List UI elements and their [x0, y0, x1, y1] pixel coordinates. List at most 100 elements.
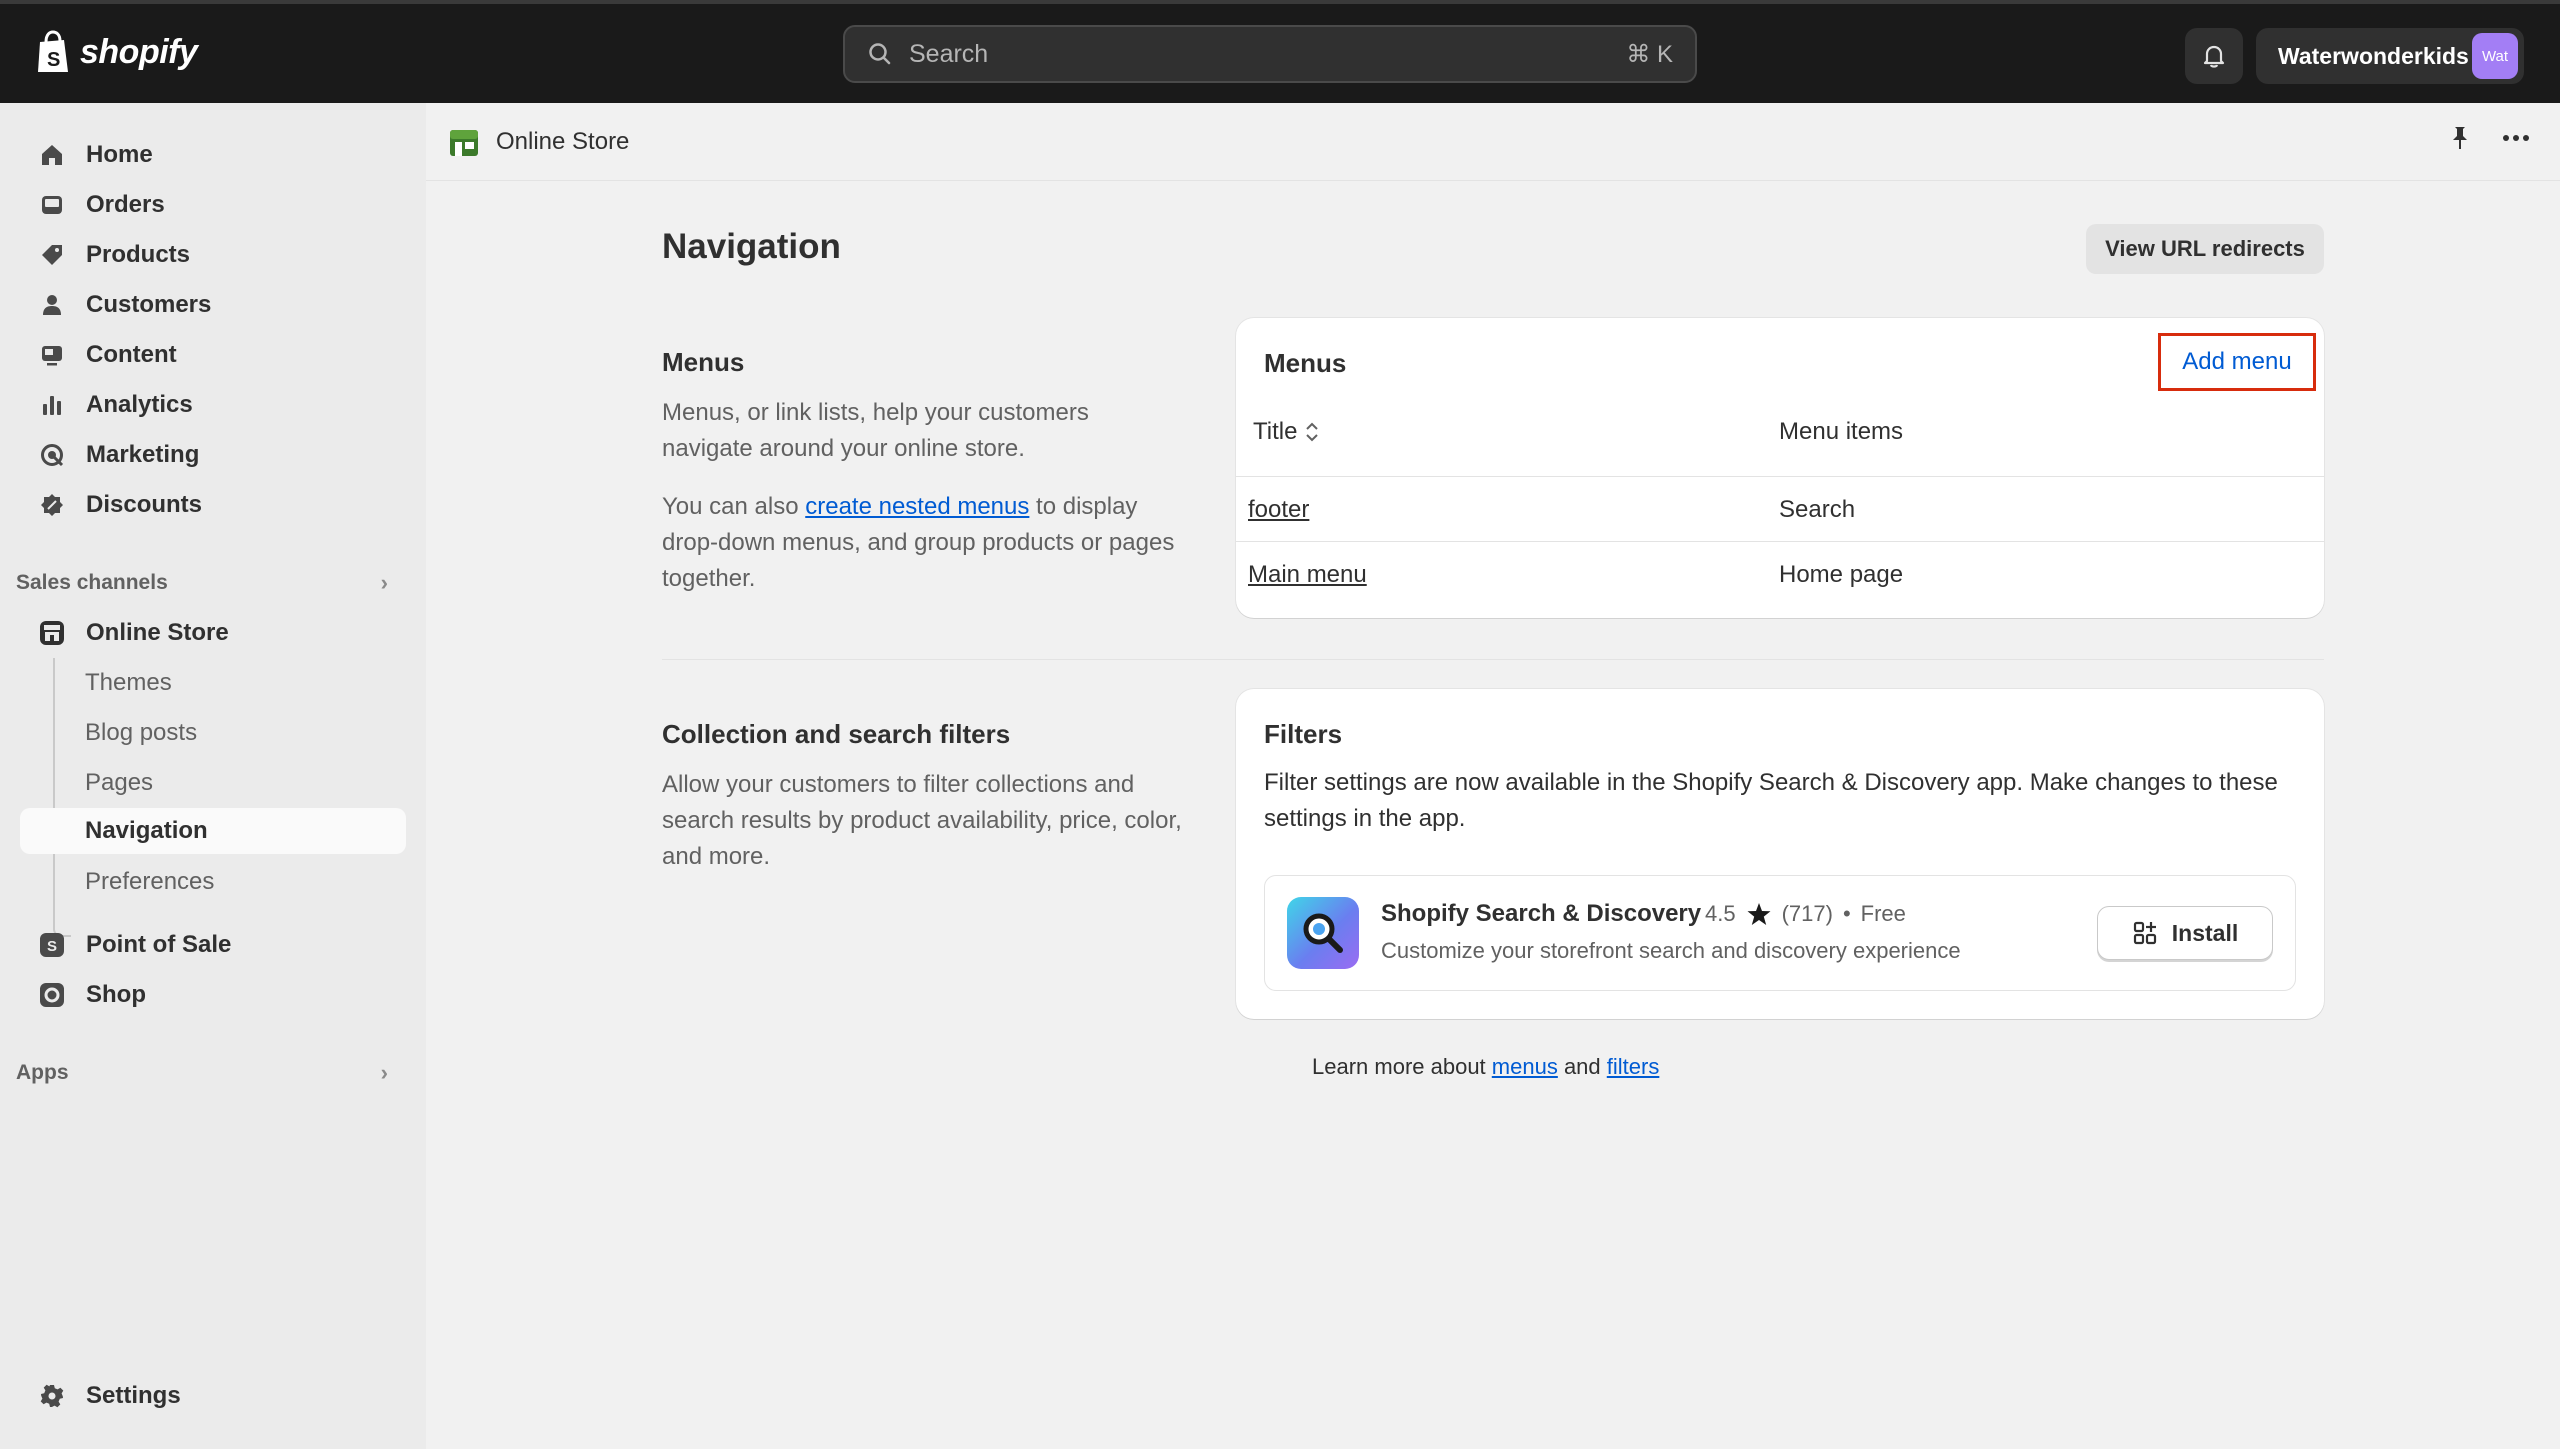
filters-card: Filters Filter settings are now availabl…	[1236, 689, 2324, 1019]
app-meta: 4.5 (717) • Free	[1705, 901, 1906, 927]
install-button[interactable]: Install	[2097, 906, 2273, 960]
point-of-sale-icon: S	[38, 931, 66, 959]
row-divider	[1236, 476, 2324, 477]
content-icon	[38, 341, 66, 369]
sidebar-item-online-store[interactable]: Online Store	[20, 610, 406, 656]
search-bar[interactable]: Search ⌘ K	[843, 25, 1697, 83]
app-listing: Shopify Search & Discovery 4.5 (717) • F…	[1264, 875, 2296, 991]
menus-card-title: Menus	[1264, 348, 1347, 378]
more-options-icon[interactable]	[2502, 134, 2530, 142]
view-url-redirects-button[interactable]: View URL redirects	[2086, 224, 2324, 274]
menu-footer-link[interactable]: footer	[1248, 496, 1309, 524]
app-reviews: (717)	[1781, 901, 1833, 926]
sidebar-item-label: Shop	[86, 981, 146, 1008]
learn-more-note: Learn more about menus and filters	[1312, 1054, 1659, 1080]
sidebar-item-marketing[interactable]: Marketing	[20, 432, 406, 478]
add-menu-button[interactable]: Add menu	[2158, 333, 2316, 391]
sidebar-subitem-pages[interactable]: Pages	[20, 760, 406, 806]
sidebar-subitem-themes[interactable]: Themes	[20, 660, 406, 706]
chevron-right-icon: ›	[380, 570, 388, 595]
filters-section-title: Collection and search filters	[662, 719, 1011, 749]
sidebar-item-label: Discounts	[86, 491, 203, 518]
create-nested-menus-link[interactable]: create nested menus	[805, 493, 1029, 520]
star-icon	[1747, 903, 1771, 925]
target-icon	[38, 441, 66, 469]
app-name[interactable]: Shopify Search & Discovery	[1381, 900, 1701, 928]
menus-help-link[interactable]: menus	[1492, 1054, 1558, 1079]
sidebar-item-analytics[interactable]: Analytics	[20, 382, 406, 428]
tag-icon	[38, 241, 66, 269]
sidebar-item-label: Point of Sale	[86, 931, 232, 958]
sidebar-subitem-navigation[interactable]: Navigation	[20, 808, 406, 854]
title-column-label: Title	[1253, 418, 1298, 445]
sidebar-subitem-label: Themes	[85, 669, 172, 696]
breadcrumb[interactable]: Online Store	[496, 128, 629, 156]
filters-card-description: Filter settings are now available in the…	[1264, 769, 2278, 832]
menu-items-column-header: Menu items	[1779, 418, 1903, 446]
sidebar-item-label: Online Store	[86, 619, 229, 646]
chevron-right-icon: ›	[380, 1060, 388, 1085]
search-icon	[869, 43, 891, 65]
section-divider	[662, 659, 2324, 660]
menu-main-items: Home page	[1779, 561, 1904, 588]
sidebar-item-customers[interactable]: Customers	[20, 282, 406, 328]
gear-icon	[38, 1382, 66, 1410]
menu-items-column-label: Menu items	[1779, 418, 1904, 445]
person-icon	[38, 291, 66, 319]
sidebar-subitem-label: Blog posts	[85, 719, 198, 746]
sidebar-subitem-label: Preferences	[85, 868, 215, 895]
logo-text: shopify	[80, 32, 198, 71]
sidebar-item-products[interactable]: Products	[20, 232, 406, 278]
sidebar-item-orders[interactable]: Orders	[20, 182, 406, 228]
app-rating: 4.5	[1705, 901, 1736, 926]
shop-icon	[38, 981, 66, 1009]
sidebar-item-label: Marketing	[86, 441, 200, 468]
app-meta-bullet: •	[1842, 901, 1851, 926]
sidebar: Home Orders Products Customers Content A…	[0, 103, 426, 1449]
store-name: Waterwonderkids	[2278, 42, 2469, 69]
sidebar-item-point-of-sale[interactable]: S Point of Sale	[20, 922, 406, 968]
sidebar-subitem-label: Navigation	[85, 817, 208, 844]
install-label: Install	[2171, 919, 2239, 946]
sidebar-item-label: Products	[86, 241, 191, 268]
sidebar-item-shop[interactable]: Shop	[20, 972, 406, 1018]
sidebar-item-settings[interactable]: Settings	[20, 1373, 406, 1419]
inbox-icon	[38, 191, 66, 219]
pin-icon[interactable]	[2448, 125, 2472, 151]
learn-more-and: and	[1557, 1054, 1607, 1079]
search-shortcut: ⌘ K	[1626, 40, 1673, 68]
sales-channels-label: Sales channels	[16, 571, 168, 594]
storefront-icon	[38, 619, 66, 647]
sidebar-item-content[interactable]: Content	[20, 332, 406, 378]
filters-card-title: Filters	[1264, 719, 1343, 749]
menu-main-link[interactable]: Main menu	[1248, 561, 1367, 589]
shopify-bag-icon: S	[38, 30, 68, 72]
menus-section-nested-text: You can also create nested menus to disp…	[662, 489, 1182, 597]
sidebar-subitem-blog-posts[interactable]: Blog posts	[20, 710, 406, 756]
shopify-logo[interactable]: S shopify	[34, 30, 198, 74]
app-description: Customize your storefront search and dis…	[1381, 938, 1961, 963]
learn-more-text: Learn more about	[1312, 1054, 1492, 1079]
sidebar-item-label: Customers	[86, 291, 212, 318]
filters-section-description: Allow your customers to filter collectio…	[662, 771, 1182, 870]
sidebar-subitem-label: Pages	[85, 769, 154, 796]
sidebar-item-discounts[interactable]: Discounts	[20, 482, 406, 528]
svg-text:S: S	[47, 938, 57, 955]
sidebar-item-home[interactable]: Home	[20, 132, 406, 178]
apps-header[interactable]: Apps ›	[16, 1055, 396, 1091]
sales-channels-header[interactable]: Sales channels ›	[16, 565, 396, 601]
store-menu-button[interactable]: Waterwonderkids Wat	[2256, 28, 2524, 84]
bell-icon	[2203, 45, 2225, 68]
title-column-header[interactable]: Title	[1253, 418, 1319, 446]
menu-footer-items: Search	[1779, 496, 1856, 523]
main-content: Online Store Navigation View URL redirec…	[426, 103, 2560, 1449]
menus-section-title: Menus	[662, 347, 745, 377]
top-bar: S shopify Search ⌘ K Waterwonderkids Wat	[0, 0, 2560, 103]
page-header: Online Store	[426, 103, 2560, 181]
menus-card: Menus Add menu Title Menu items footer S…	[1236, 318, 2324, 618]
app-install-icon	[2133, 921, 2156, 945]
sidebar-subitem-preferences[interactable]: Preferences	[20, 859, 406, 905]
discount-icon	[38, 491, 66, 519]
notifications-button[interactable]	[2185, 28, 2243, 84]
filters-help-link[interactable]: filters	[1607, 1054, 1660, 1079]
